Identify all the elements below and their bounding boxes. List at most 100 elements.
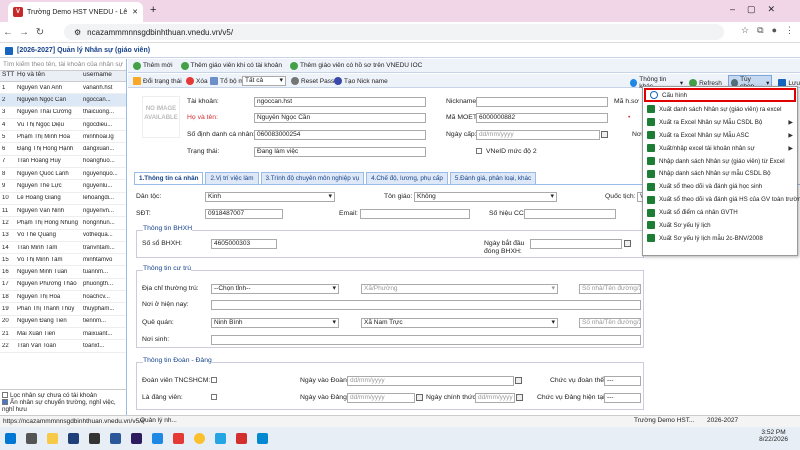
current-address-field[interactable] <box>211 300 641 310</box>
close-tab-icon[interactable]: ✕ <box>132 8 138 16</box>
ethnic-select[interactable]: Kinh <box>205 192 335 202</box>
staff-search-input[interactable]: Tìm kiếm theo tên, tài khoản của nhân sự <box>0 59 126 71</box>
table-row[interactable]: 17 Nguyễn Phương Thảo phuongth... <box>0 279 126 292</box>
youth-date-field[interactable]: dd/mm/yyyy <box>347 376 514 386</box>
menu-item[interactable]: Xuất ra Excel Nhân sự Mẫu CSDL Bộ ▶ <box>643 116 797 129</box>
calendar-icon[interactable] <box>515 377 522 384</box>
table-row[interactable]: 22 Trần Văn Toàn toanxt... <box>0 340 126 353</box>
calendar-icon[interactable] <box>624 240 631 247</box>
moet-field[interactable]: 6000000882 <box>476 113 608 123</box>
bhxh-field[interactable]: 4605000303 <box>211 239 277 249</box>
religion-select[interactable]: Không <box>414 192 557 202</box>
bottom-tab[interactable]: Quản lý nh... <box>140 417 177 424</box>
app-icon[interactable] <box>152 433 163 444</box>
table-row[interactable]: 18 Nguyễn Thị Hoa hoachcv... <box>0 291 126 304</box>
tab-evaluation[interactable]: 5.Đánh giá, phân loại, khác <box>449 172 537 184</box>
party-member-checkbox[interactable] <box>211 394 217 400</box>
reset-pass-button[interactable]: Reset Pass <box>291 77 334 85</box>
browser-tab[interactable]: V Trường Demo HST VNEDU - Lê ✕ <box>8 2 143 22</box>
street-field[interactable]: Số nhà/Tên đường/Xóm/Thôn <box>579 284 641 294</box>
official-date-field[interactable]: dd/mm/yyyy <box>475 393 515 403</box>
menu-item[interactable]: Xuất/nhập excel tài khoản nhân sự ▶ <box>643 142 797 155</box>
calendar-icon[interactable] <box>601 131 608 138</box>
table-row[interactable]: 8 Nguyễn Quốc Lanh nguyenquo... <box>0 168 126 181</box>
table-row[interactable]: 1 Nguyễn Văn Anh vananh.hst <box>0 82 126 95</box>
new-tab-icon[interactable]: + <box>150 4 156 16</box>
url-input[interactable]: ⚙ ncazammmnnsgdbinhthuan.vnedu.vn/v5/ <box>64 24 724 40</box>
table-row[interactable]: 19 Phan Thị Thanh Thủy thuypham... <box>0 303 126 316</box>
table-row[interactable]: 14 Trần Minh Tâm tranvntam... <box>0 242 126 255</box>
windows-start-icon[interactable] <box>5 433 16 444</box>
province-select[interactable]: --Chọn tỉnh-- <box>211 284 339 294</box>
menu-item[interactable]: Nhập danh sách Nhân sự mẫu CSDL Bộ <box>643 167 797 180</box>
site-info-icon[interactable]: ⚙ <box>74 28 81 37</box>
status-field[interactable]: Đang làm việc <box>254 147 426 157</box>
vneid-checkbox[interactable] <box>476 148 482 154</box>
table-row[interactable]: 13 Võ Thế Quang vothequa... <box>0 230 126 242</box>
premiere-icon[interactable] <box>131 433 142 444</box>
table-row[interactable]: 16 Nguyễn Minh Tuấn tuannm... <box>0 266 126 279</box>
menu-item[interactable]: Cấu hình <box>644 88 796 102</box>
menu-item[interactable]: Xuất sổ theo dõi và đánh giá HS của GV t… <box>643 193 800 206</box>
table-row[interactable]: 4 Vũ Thị Ngọc Diệu ngocdieu... <box>0 119 126 132</box>
delete-button[interactable]: Xóa <box>186 77 208 85</box>
id-number-field[interactable]: 060083000254 <box>254 130 426 140</box>
filter-hide-retired[interactable]: Ẩn nhân sự chuyển trường, nghỉ việc, ngh… <box>2 399 125 413</box>
window-controls[interactable]: –▢✕ <box>730 4 787 15</box>
table-row[interactable]: 6 Đặng Thị Hồng Hạnh dangxuan... <box>0 143 126 156</box>
zalo-icon[interactable] <box>257 433 268 444</box>
menu-item[interactable]: Xuất sổ điểm cá nhân GVTH <box>643 206 797 219</box>
powershell-icon[interactable] <box>68 433 79 444</box>
email-field[interactable] <box>360 209 470 219</box>
table-row[interactable]: 11 Nguyễn Văn Ninh nguyenvn... <box>0 205 126 218</box>
party-date-field[interactable]: dd/mm/yyyy <box>347 393 415 403</box>
extensions-icon[interactable]: ⧉ <box>757 25 763 36</box>
clock[interactable]: 3:52 PM 8/22/2026 <box>759 429 788 443</box>
bottom-tab[interactable]: 2026-2027 <box>707 417 738 424</box>
tab-personal-info[interactable]: 1.Thông tin cá nhân <box>134 172 204 184</box>
chrome-icon[interactable] <box>194 433 205 444</box>
reload-icon[interactable]: ↻ <box>32 27 48 38</box>
fullname-field[interactable]: Nguyễn Ngọc Cần <box>254 113 426 123</box>
table-row[interactable]: 5 Phạm Thị Minh Hòa minhhoai.lg <box>0 131 126 144</box>
table-row[interactable]: 2 Nguyễn Ngọc Cần ngoccan... <box>0 94 126 107</box>
add-button[interactable]: Thêm mới <box>133 61 173 70</box>
no-image-placeholder[interactable]: NO IMAGE AVAILABLE <box>142 96 180 138</box>
menu-item[interactable]: Nhập danh sách Nhân sự (giáo viên) từ Ex… <box>643 155 797 168</box>
phone-field[interactable]: 0918487007 <box>205 209 283 219</box>
checkbox-checked-icon[interactable] <box>2 399 8 406</box>
account-field[interactable]: ngoccan.hst <box>254 97 426 107</box>
column-header[interactable]: username <box>81 71 125 81</box>
tab-qualification[interactable]: 3.Trình độ chuyên môn nghiệp vụ <box>260 172 365 184</box>
table-row[interactable]: 21 Mai Xuân Tiến maixuant... <box>0 328 126 341</box>
nickname-field[interactable] <box>476 97 608 107</box>
create-nickname-button[interactable]: Tạo Nick name <box>334 77 388 85</box>
table-row[interactable]: 10 Lê Hoàng Giang lehoangdi... <box>0 193 126 205</box>
tab-salary[interactable]: 4.Chế độ, lương, phụ cấp <box>366 172 448 184</box>
add-vnedu-button[interactable]: Thêm giáo viên có hồ sơ trên VNEDU IOC <box>289 61 422 70</box>
search-icon[interactable] <box>26 433 37 444</box>
app-icon[interactable] <box>236 433 247 444</box>
issue-date-field[interactable]: dd/mm/yyyy <box>476 130 600 140</box>
table-row[interactable]: 9 Nguyễn Thế Lực nguyenlu... <box>0 180 126 193</box>
add-with-account-button[interactable]: Thêm giáo viên khi có tài khoản <box>180 61 282 70</box>
menu-item[interactable]: Xuất ra Excel Nhân sự Mẫu ASC ▶ <box>643 129 797 142</box>
table-row[interactable]: 3 Nguyễn Thái Cường thaicuong... <box>0 107 126 119</box>
app-icon[interactable] <box>173 433 184 444</box>
app-icon[interactable] <box>89 433 100 444</box>
menu-item[interactable]: Xuất sổ theo dõi và đánh giá học sinh <box>643 180 797 193</box>
change-status-button[interactable]: Đổi trạng thái <box>133 77 182 85</box>
certificate-field[interactable] <box>524 209 616 219</box>
menu-item[interactable]: Xuất Sơ yếu lý lịch mẫu 2c-BNV/2008 <box>643 232 797 245</box>
filter-no-account[interactable]: Lọc nhân sự chưa có tài khoản <box>2 392 125 399</box>
checkbox-icon[interactable] <box>2 392 8 399</box>
menu-item[interactable]: Xuất Sơ yếu lý lịch <box>643 219 797 232</box>
birthplace-field[interactable] <box>211 335 641 345</box>
telegram-icon[interactable] <box>215 433 226 444</box>
table-row[interactable]: 7 Trần Hoàng Huy hoanghuo... <box>0 156 126 169</box>
table-row[interactable]: 20 Nguyễn Đăng Tiến tiennm... <box>0 316 126 328</box>
star-icon[interactable]: ☆ <box>741 25 749 36</box>
youth-union-checkbox[interactable] <box>211 377 217 383</box>
back-icon[interactable]: ← <box>0 27 16 38</box>
table-row[interactable]: 12 Phạm Thị Hồng Nhung hongnhun... <box>0 217 126 230</box>
